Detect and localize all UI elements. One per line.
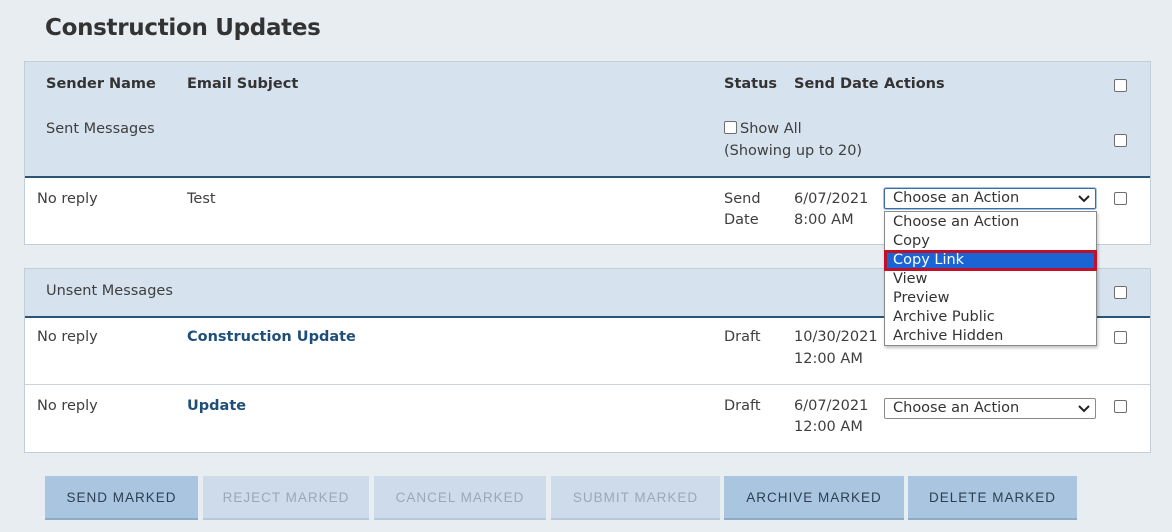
delete-marked-button[interactable]: DELETE MARKED [908, 476, 1077, 520]
send-marked-button[interactable]: SEND MARKED [45, 476, 198, 520]
submit-marked-button[interactable]: SUBMIT MARKED [551, 476, 720, 520]
row-checkbox[interactable] [1114, 192, 1127, 205]
sender-cell: No reply [37, 398, 98, 414]
column-header-actions: Actions [884, 76, 945, 92]
chevron-down-icon [1078, 195, 1090, 203]
showing-limit-note: (Showing up to 20) [724, 143, 863, 159]
action-select[interactable]: Choose an Action [884, 188, 1096, 209]
show-all-checkbox[interactable] [724, 121, 737, 134]
action-option-preview[interactable]: Preview [885, 289, 1096, 308]
show-all-label: Show All [740, 121, 802, 137]
action-option-copy-link[interactable]: Copy Link [884, 250, 1097, 271]
subject-link[interactable]: Update [187, 396, 246, 417]
column-header-send-date[interactable]: Send Date [794, 76, 879, 92]
send-time-cell: 12:00 AM [794, 351, 863, 367]
send-date-cell: 10/30/2021 [794, 329, 878, 345]
action-dropdown-list: Choose an Action Copy Copy Link View Pre… [884, 211, 1097, 346]
sent-section-label: Sent Messages [46, 121, 155, 137]
status-cell-line2: Date [724, 212, 759, 228]
page-title: Construction Updates [45, 15, 321, 41]
select-all-unsent-checkbox[interactable] [1114, 286, 1127, 299]
subject-cell: Test [187, 191, 216, 207]
column-header-email-subject[interactable]: Email Subject [187, 76, 298, 92]
action-option-archive-hidden[interactable]: Archive Hidden [885, 327, 1096, 346]
action-option-copy[interactable]: Copy [885, 232, 1096, 251]
row-checkbox[interactable] [1114, 331, 1127, 344]
action-select-value: Choose an Action [893, 400, 1020, 416]
subject-link[interactable]: Construction Update [187, 327, 356, 348]
send-time-cell: 8:00 AM [794, 212, 854, 228]
action-option-archive-public[interactable]: Archive Public [885, 308, 1096, 327]
chevron-down-icon [1078, 405, 1090, 413]
status-cell: Draft [724, 329, 761, 345]
reject-marked-button[interactable]: REJECT MARKED [203, 476, 369, 520]
status-cell-line1: Send [724, 191, 761, 207]
select-all-sent-checkbox[interactable] [1114, 134, 1127, 147]
column-header-sender-name[interactable]: Sender Name [46, 76, 156, 92]
action-option-choose[interactable]: Choose an Action [885, 213, 1096, 232]
status-cell: Draft [724, 398, 761, 414]
sender-cell: No reply [37, 329, 98, 345]
row-divider [25, 384, 1150, 385]
send-date-cell: 6/07/2021 [794, 398, 869, 414]
send-time-cell: 12:00 AM [794, 419, 863, 435]
unsent-section-label: Unsent Messages [46, 283, 173, 299]
column-header-status[interactable]: Status [724, 76, 777, 92]
action-option-view[interactable]: View [885, 270, 1096, 289]
archive-marked-button[interactable]: ARCHIVE MARKED [724, 476, 904, 520]
table-header: Sender Name Email Subject Status Send Da… [25, 62, 1150, 178]
show-all-toggle[interactable]: Show All [724, 119, 802, 140]
send-date-cell: 6/07/2021 [794, 191, 869, 207]
cancel-marked-button[interactable]: CANCEL MARKED [374, 476, 546, 520]
action-select[interactable]: Choose an Action [884, 398, 1096, 419]
select-all-checkbox[interactable] [1114, 79, 1127, 92]
sender-cell: No reply [37, 191, 98, 207]
row-checkbox[interactable] [1114, 400, 1127, 413]
action-select-value: Choose an Action [893, 190, 1020, 206]
